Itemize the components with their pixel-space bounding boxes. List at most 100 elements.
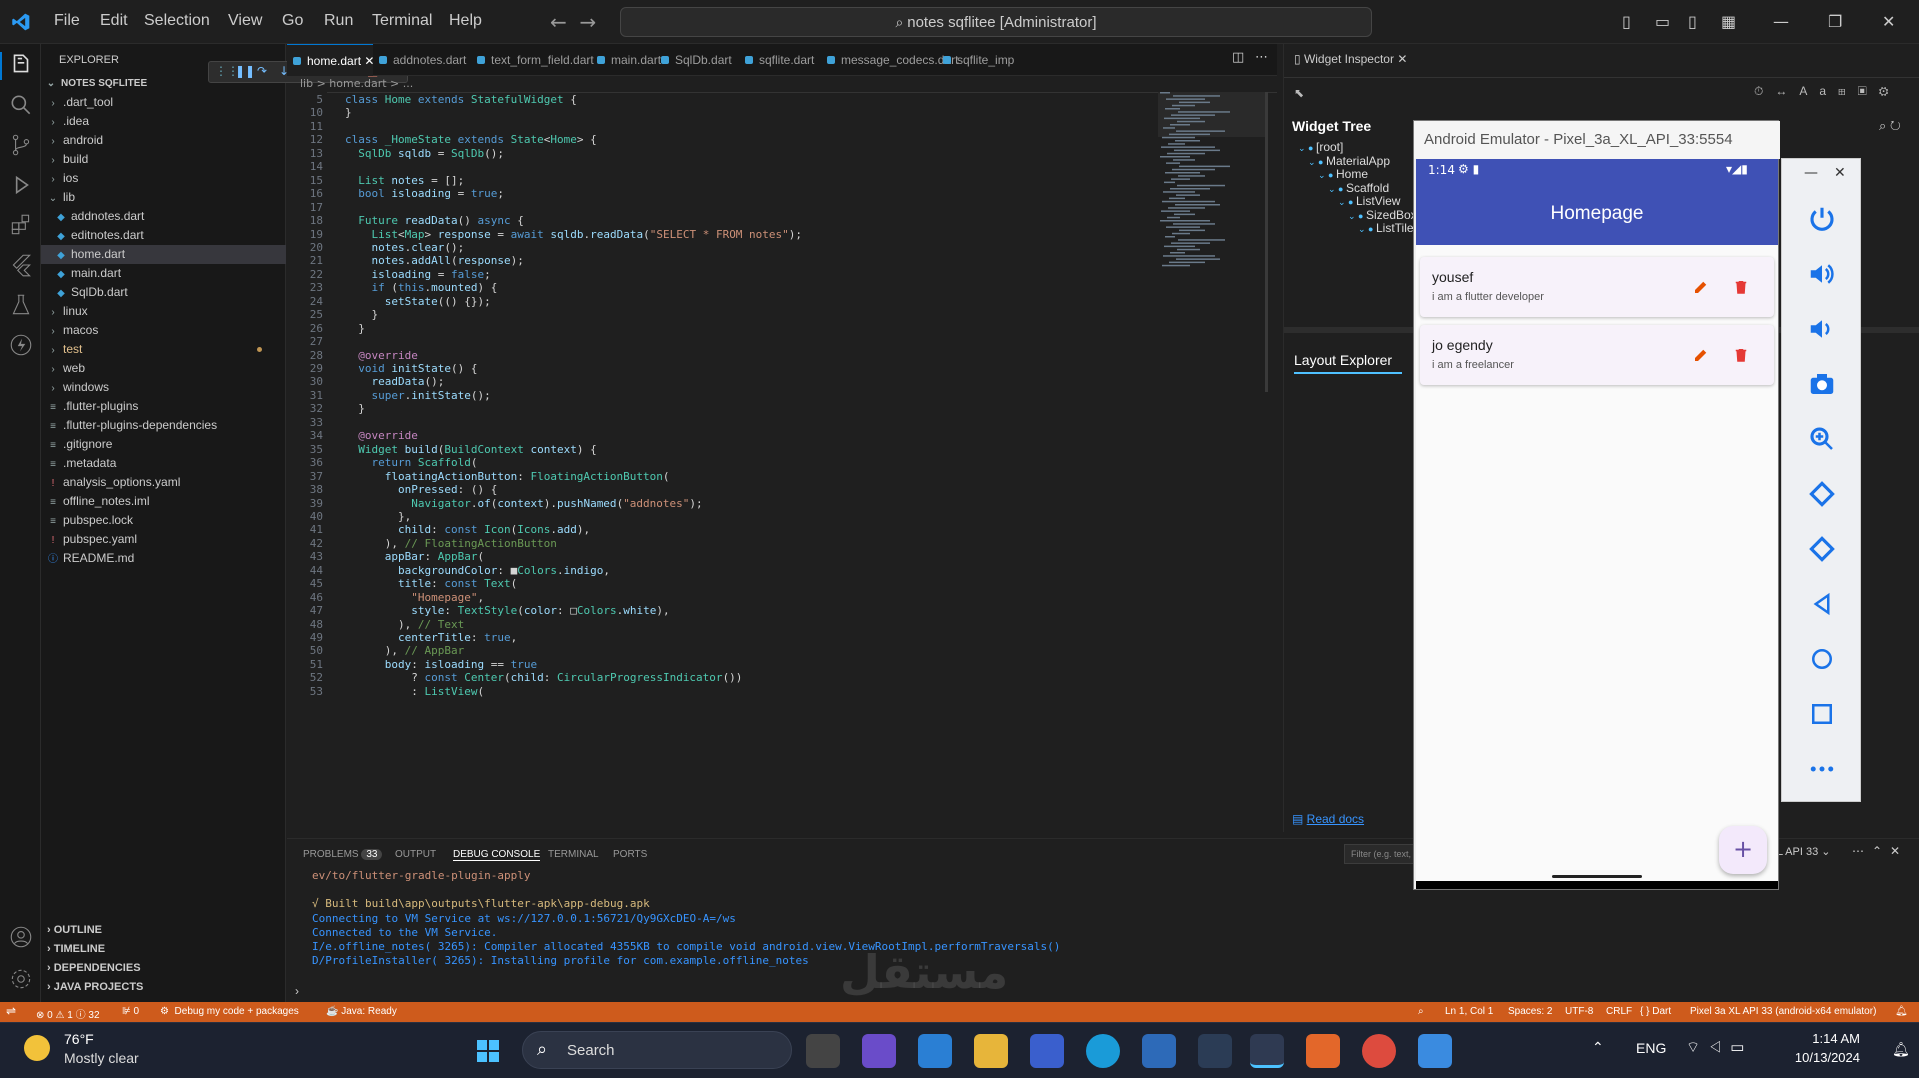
run-debug-icon[interactable] [8,172,34,198]
note-card[interactable]: jo egendy i am a freelancer [1420,325,1774,385]
delete-icon[interactable] [1732,346,1750,364]
source-control-icon[interactable] [8,132,34,158]
file-explorer-icon[interactable] [974,1034,1008,1068]
tab-problems[interactable]: PROBLEMS 33 [303,849,383,860]
tab-sqflite-imp[interactable]: sqflite_imp [937,44,1017,76]
tree-folder[interactable]: › build [41,150,286,169]
vscode-taskbar-icon[interactable] [1250,1034,1284,1068]
tab-output[interactable]: OUTPUT [395,849,436,860]
code-line[interactable]: @override [345,349,418,362]
emulator-icon[interactable] [1418,1034,1452,1068]
app-icon[interactable] [1030,1034,1064,1068]
close-icon[interactable]: ✕ [1397,52,1407,66]
code-line[interactable]: : ListView( [345,685,484,698]
chrome-icon[interactable] [1362,1034,1396,1068]
problems-status[interactable]: ⊗ 0 ⚠ 1 ⓘ 32 [36,1006,100,1021]
clock-date[interactable]: 10/13/2024 [1780,1050,1860,1065]
edit-icon[interactable] [1692,346,1710,364]
taskbar-search[interactable]: ⌕ Search [522,1031,792,1069]
tree-file[interactable]: ◆ addnotes.dart [41,207,286,226]
flutter-icon[interactable] [8,252,34,278]
tree-file[interactable]: ≡ .flutter-plugins [41,397,286,416]
code-line[interactable]: SqlDb sqldb = SqlDb(); [345,147,504,160]
tree-folder[interactable]: ⌄ lib [41,188,286,207]
tab-sqflite-dart[interactable]: sqflite.dart [739,44,821,76]
minimize-button[interactable]: — [1773,12,1789,31]
volume-up-icon[interactable] [1807,259,1837,289]
widget-node[interactable]: ⌄ ● Home [1318,167,1368,181]
code-line[interactable]: } [345,106,352,119]
code-line[interactable]: List<Map> response = await sqldb.readDat… [345,228,803,241]
code-line[interactable]: notes.clear(); [345,241,465,254]
code-line[interactable]: class Home extends StatefulWidget { [345,93,577,106]
tree-folder[interactable]: › windows [41,378,286,397]
widget-node[interactable]: ⌄ ● Scaffold [1328,181,1389,195]
tree-file[interactable]: ◆ main.dart [41,264,286,283]
tree-file[interactable]: ≡ .metadata [41,454,286,473]
console-prompt-icon[interactable]: › [295,984,299,998]
task-view-icon[interactable] [806,1034,840,1068]
code-line[interactable]: List notes = []; [345,174,464,187]
tree-folder[interactable]: › linux [41,302,286,321]
widget-node[interactable]: ⌄ ● ListView [1338,194,1400,208]
monitor-icon[interactable] [1198,1034,1232,1068]
step-over-icon[interactable]: ↷ [257,64,267,78]
read-docs-link[interactable]: ▤ Read docs [1292,812,1364,826]
chevron-up-icon[interactable]: ⌃ [1592,1039,1604,1056]
code-line[interactable]: child: const Icon(Icons.add), [345,523,590,536]
tree-file[interactable]: ! pubspec.yaml [41,530,286,549]
overview-icon[interactable] [1807,699,1837,729]
remote-icon[interactable]: ⇌ [6,1004,16,1018]
tab-addnotes-dart[interactable]: addnotes.dart [373,44,471,76]
code-line[interactable]: floatingActionButton: FloatingActionButt… [345,470,670,483]
tree-file[interactable]: ◆ home.dart [41,245,286,264]
tab-debug-console[interactable]: DEBUG CONSOLE [453,849,541,861]
section-timeline[interactable]: › TIMELINE [41,943,286,955]
toggle-sidebar-icon[interactable]: ▯ [1622,12,1631,31]
tree-folder[interactable]: › test [41,340,286,359]
clock-time[interactable]: 1:14 AM [1790,1031,1860,1046]
code-line[interactable]: centerTitle: true, [345,631,517,644]
tab-text-form-field-dart[interactable]: text_form_field.dart [471,44,594,76]
rotate-right-icon[interactable] [1807,534,1837,564]
code-line[interactable]: body: isloading == true [345,658,537,671]
copilot-icon[interactable] [862,1034,896,1068]
tab-ports[interactable]: PORTS [613,849,647,860]
code-line[interactable]: } [345,308,378,321]
code-line[interactable]: Navigator.of(context).pushNamed("addnote… [345,497,702,510]
widget-node[interactable]: ⌄ ● MaterialApp [1308,154,1390,168]
edit-icon[interactable] [1692,278,1710,296]
section-java-projects[interactable]: › JAVA PROJECTS [41,981,286,993]
indentation[interactable]: Spaces: 2 [1508,1006,1552,1017]
code-line[interactable]: }, [345,510,411,523]
power-icon[interactable] [1807,204,1837,234]
extensions-icon[interactable] [8,212,34,238]
layout-explorer-tab[interactable]: Layout Explorer [1294,352,1392,368]
code-line[interactable]: Widget build(BuildContext context) { [345,443,596,456]
tab-message-codecs-dart[interactable]: message_codecs.dart [821,44,958,76]
section-dependencies[interactable]: › DEPENDENCIES [41,962,286,974]
camera-icon[interactable] [1807,369,1837,399]
tree-file[interactable]: ◆ SqlDb.dart [41,283,286,302]
rotate-left-icon[interactable] [1807,479,1837,509]
gear-icon[interactable] [8,966,34,992]
close-button[interactable]: ✕ [1834,165,1846,181]
windows-start-icon[interactable] [476,1039,500,1063]
tree-folder[interactable]: › ios [41,169,286,188]
widget-node[interactable]: ⌄ ● [root] [1298,140,1343,154]
cursor-position[interactable]: Ln 1, Col 1 [1445,1006,1493,1017]
code-line[interactable]: super.initState(); [345,389,491,402]
breadcrumb[interactable]: lib > home.dart > ... [300,77,413,90]
store-icon[interactable] [918,1034,952,1068]
code-line[interactable]: appBar: AppBar( [345,550,484,563]
ports-status[interactable]: ⊯ 0 [122,1006,139,1017]
delete-icon[interactable] [1732,278,1750,296]
code-line[interactable]: ), // Text [345,618,464,631]
eol[interactable]: CRLF [1606,1006,1632,1017]
widget-node[interactable]: ⌄ ● SizedBox [1348,208,1417,222]
volume-down-icon[interactable] [1807,314,1837,344]
code-editor[interactable]: 5 class Home extends StatefulWidget {10} 1… [287,92,1277,832]
code-line[interactable]: } [345,402,365,415]
tree-file[interactable]: ≡ offline_notes.iml [41,492,286,511]
zoom-icon[interactable] [1807,424,1837,454]
